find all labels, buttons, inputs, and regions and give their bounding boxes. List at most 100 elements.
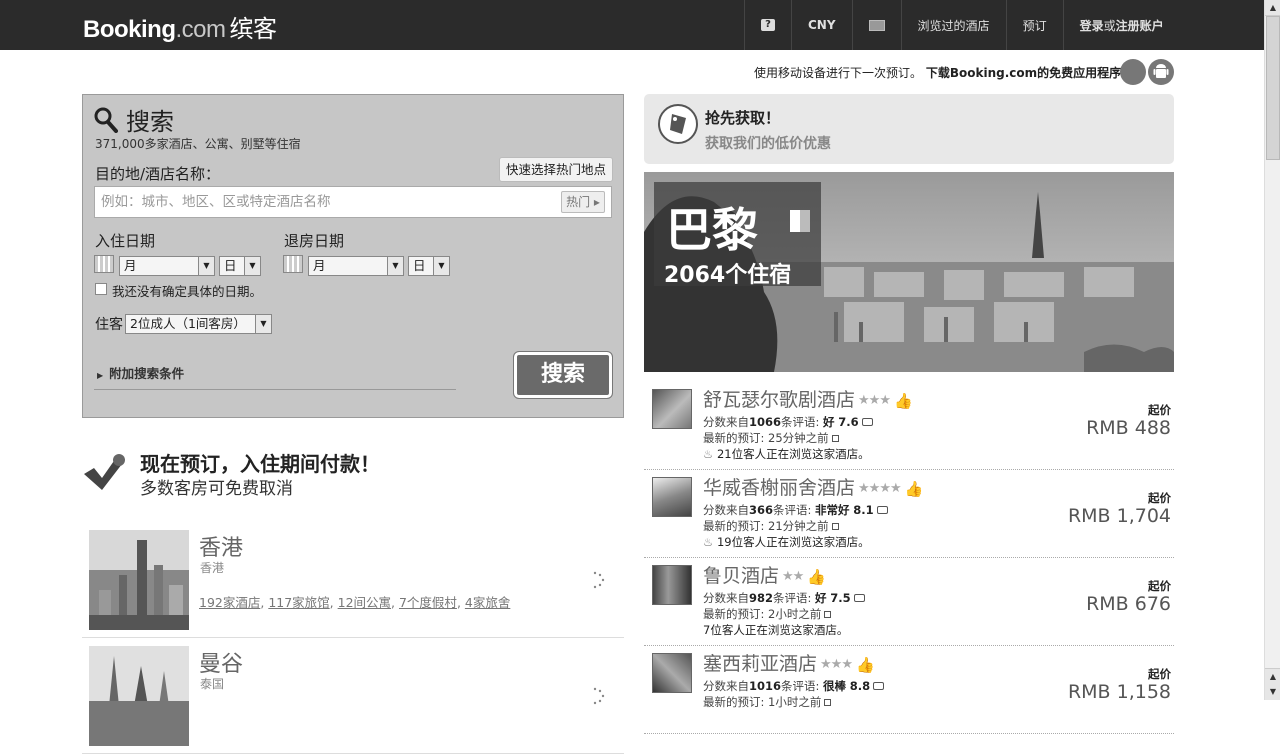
destination-property-links: 192家酒店, 117家旅馆, 12间公寓, 7个度假村, 4家旅舍 xyxy=(199,595,511,610)
recent-label: 最新的预订: xyxy=(703,695,765,709)
recent-hotels-link[interactable]: 浏览过的酒店 xyxy=(900,0,1006,50)
or-text: 或 xyxy=(1103,18,1116,33)
flame-icon: ♨ xyxy=(703,447,714,461)
deal-badge-icon xyxy=(658,104,698,144)
checkin-day-select[interactable]: 日 ▼ xyxy=(219,256,261,276)
checkin-month-select[interactable]: 月 ▼ xyxy=(119,256,215,276)
hotel-name[interactable]: 舒瓦瑟尔歌剧酒店 ★★★ 👍 xyxy=(703,385,913,412)
rating-word: 很棒 xyxy=(823,679,847,693)
chevron-down-icon: ▼ xyxy=(244,257,260,275)
hotels-link[interactable]: 192家酒店 xyxy=(199,595,260,610)
review-count: 1066 xyxy=(749,415,782,429)
app-promo-text: 使用移动设备进行下一次预订。 xyxy=(754,66,923,80)
search-panel: 搜索 371,000多家酒店、公寓、别墅等住宿 目的地/酒店名称： 快速选择热门… xyxy=(82,94,624,418)
no-dates-label[interactable]: 我还没有确定具体的日期。 xyxy=(112,281,262,300)
destination-country: 泰国 xyxy=(200,677,225,691)
help-button[interactable]: ? xyxy=(744,0,791,50)
android-icon[interactable] xyxy=(1148,59,1174,85)
comment-icon xyxy=(876,506,888,514)
chevron-down-icon: ▼ xyxy=(433,257,449,275)
hotel-list-item[interactable]: 鲁贝酒店 ★★ 👍 分数来自982条评语: 好 7.5 最新的预订: 2小时之前 7… xyxy=(644,558,1174,646)
recent-time: 25分钟之前 xyxy=(768,431,829,445)
destination-input[interactable]: 例如：城市、地区、区或特定酒店名称 xyxy=(94,186,612,218)
apartments-link[interactable]: 12间公寓 xyxy=(338,595,391,610)
chevron-down-icon: ▼ xyxy=(255,315,271,333)
scroll-thumb[interactable] xyxy=(1266,16,1280,160)
checkin-day-value: 日 xyxy=(224,258,237,273)
currency-selector[interactable]: CNY xyxy=(791,0,852,50)
chevron-down-icon: ▼ xyxy=(198,257,214,275)
scroll-up-arrow-icon[interactable]: ▲ xyxy=(1265,0,1280,16)
guests-value: 2位成人（1间客房） xyxy=(130,316,246,331)
info-icon xyxy=(831,435,839,442)
booking-logo[interactable]: Booking.com 缤客 xyxy=(83,9,277,44)
hotel-list-item[interactable]: 塞西莉亚酒店 ★★★ 👍 分数来自1016条评语: 很棒 8.8 最新的预订: 1小… xyxy=(644,646,1174,734)
deal-title: 抢先获取！ xyxy=(705,109,781,127)
hotel-name-text: 舒瓦瑟尔歌剧酒店 xyxy=(703,389,856,411)
bangkok-photo[interactable] xyxy=(89,646,189,746)
city-flag-icon xyxy=(790,210,810,232)
no-dates-checkbox[interactable] xyxy=(95,283,107,295)
hotel-list-item[interactable]: 舒瓦瑟尔歌剧酒店 ★★★ 👍 分数来自1066条评语: 好 7.6 最新的预订: 2… xyxy=(644,382,1174,470)
language-selector[interactable] xyxy=(851,0,901,50)
viewers-count: ♨ 19位客人正在浏览这家酒店。 xyxy=(703,534,870,550)
page-scrollbar[interactable]: ▲ ▲ ▼ xyxy=(1264,0,1280,700)
hotel-thumbnail[interactable] xyxy=(652,389,692,429)
more-search-options-toggle[interactable]: ▶ 附加搜索条件 xyxy=(97,363,184,382)
guests-select[interactable]: 2位成人（1间客房） ▼ xyxy=(125,314,272,334)
hotel-thumbnail[interactable] xyxy=(652,653,692,693)
hotel-name[interactable]: 华威香榭丽舍酒店 ★★★★ 👍 xyxy=(703,473,923,500)
checkin-month-value: 月 xyxy=(124,258,137,273)
resorts-link[interactable]: 7个度假村 xyxy=(399,595,457,610)
review-count: 1016 xyxy=(749,679,782,693)
guests-label: 住客 xyxy=(95,317,123,333)
hotel-thumbnail[interactable] xyxy=(652,477,692,517)
deal-subtitle[interactable]: 获取我们的低价优惠 xyxy=(705,133,831,153)
review-score: 分数来自1066条评语: 好 7.6 xyxy=(703,414,873,430)
review-count: 366 xyxy=(749,503,774,517)
app-download-link[interactable]: 下载Booking.com的免费应用程序 xyxy=(926,66,1121,80)
hostels-link[interactable]: 4家旅舍 xyxy=(465,595,510,610)
score: 8.8 xyxy=(849,679,871,693)
city-name: 巴黎 xyxy=(666,203,758,257)
recent-label: 最新的预订: xyxy=(703,519,765,533)
review-mid: 条评语: xyxy=(781,415,820,429)
price-from-label: 起价 xyxy=(1148,491,1171,505)
divider xyxy=(94,389,456,390)
loading-spinner-icon xyxy=(593,687,605,705)
hotel-thumbnail[interactable] xyxy=(652,565,692,605)
destination-card[interactable]: 曼谷 泰国 xyxy=(82,646,624,754)
hotel-name[interactable]: 塞西莉亚酒店 ★★★ 👍 xyxy=(703,649,875,676)
rating-word: 非常好 xyxy=(815,503,850,517)
hotel-name[interactable]: 鲁贝酒店 ★★ 👍 xyxy=(703,561,826,588)
checkout-calendar-icon[interactable] xyxy=(283,255,303,273)
login-register-link[interactable]: 登录或注册账户 xyxy=(1062,0,1180,50)
review-mid: 条评语: xyxy=(773,591,812,605)
hong-kong-photo[interactable] xyxy=(89,530,189,630)
hotel-list-item[interactable]: 华威香榭丽舍酒店 ★★★★ 👍 分数来自366条评语: 非常好 8.1 最新的预订:… xyxy=(644,470,1174,558)
price-from-label: 起价 xyxy=(1148,579,1171,593)
apple-icon[interactable] xyxy=(1120,59,1146,85)
bookings-link[interactable]: 预订 xyxy=(1005,0,1063,50)
destination-name[interactable]: 曼谷 xyxy=(199,646,243,678)
guesthouses-link[interactable]: 117家旅馆 xyxy=(268,595,329,610)
chevron-down-icon: ▼ xyxy=(387,257,403,275)
register-text: 注册账户 xyxy=(1115,18,1164,33)
recent-booking: 最新的预订: 21分钟之前 xyxy=(703,518,839,534)
checkout-day-select[interactable]: 日 ▼ xyxy=(408,256,450,276)
checkout-month-select[interactable]: 月 ▼ xyxy=(308,256,404,276)
top-navigation-bar: Booking.com 缤客 ? CNY 浏览过的酒店 预订 登录或注册账户 xyxy=(0,0,1264,50)
scroll-up-arrow-icon-lower[interactable]: ▲ xyxy=(1265,668,1280,684)
destination-card[interactable]: 香港 香港 192家酒店, 117家旅馆, 12间公寓, 7个度假村, 4家旅舍 xyxy=(82,530,624,638)
search-button[interactable]: 搜索 xyxy=(513,351,613,399)
scroll-down-arrow-icon[interactable]: ▼ xyxy=(1265,684,1280,700)
popular-destinations-button[interactable]: 热门 ▸ xyxy=(561,191,605,213)
city-label-overlay: 巴黎 2064个住宿 xyxy=(654,182,821,288)
checkin-calendar-icon[interactable] xyxy=(94,255,114,273)
featured-city-banner[interactable]: 巴黎 2064个住宿 xyxy=(644,172,1174,372)
deals-signup-box[interactable]: 抢先获取！ 获取我们的低价优惠 xyxy=(644,94,1174,164)
recent-booking: 最新的预订: 1小时之前 xyxy=(703,694,832,710)
destination-name[interactable]: 香港 xyxy=(199,530,243,562)
checkmark-icon xyxy=(84,454,125,490)
hotel-price: RMB 1,704 xyxy=(1067,505,1171,527)
